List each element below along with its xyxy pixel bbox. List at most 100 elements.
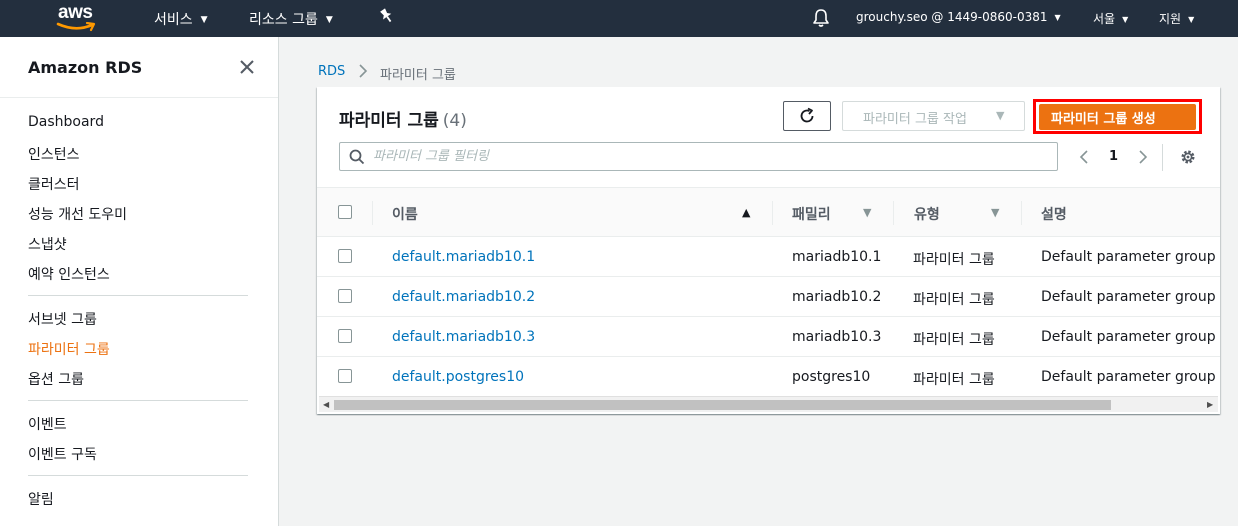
sort-ascending-icon[interactable]: ▲ [742, 206, 750, 219]
row-checkbox[interactable] [338, 329, 352, 343]
type-cell: 파라미터 그룹 [913, 252, 995, 268]
type-cell: 파라미터 그룹 [913, 372, 995, 388]
gear-icon [1181, 150, 1195, 164]
description-cell: Default parameter group for [1041, 329, 1219, 345]
divider [0, 97, 278, 98]
resource-groups-label: 리소스 그룹 [249, 12, 318, 28]
description-cell: Default parameter group for [1041, 249, 1219, 265]
sidebar-item-snapshots[interactable]: 스냅샷 [28, 234, 67, 254]
pin-button[interactable] [378, 7, 394, 29]
chevron-down-icon: ▼ [200, 15, 208, 25]
top-navigation-bar: aws 서비스 ▼ 리소스 그룹 ▼ grouchy.seo @ 1449-0860… [0, 0, 1238, 37]
sidebar-item-parameter-groups[interactable]: 파라미터 그룹 [28, 339, 110, 359]
breadcrumb-current: 파라미터 그룹 [380, 68, 456, 83]
chevron-left-icon [1079, 150, 1088, 164]
region-menu[interactable]: 서울 ▼ [1093, 10, 1128, 27]
scroll-left-arrow-icon[interactable]: ◀ [323, 400, 329, 409]
family-cell: postgres10 [792, 369, 871, 385]
table-header: 이름 ▲ 패밀리 ▼ 유형 ▼ 설명 [317, 187, 1220, 237]
sidebar-item-reserved-instances[interactable]: 예약 인스턴스 [28, 264, 110, 284]
parameter-group-name-link[interactable]: default.mariadb10.3 [392, 329, 535, 345]
horizontal-scrollbar[interactable]: ◀ ▶ [319, 396, 1218, 412]
description-cell: Default parameter group for [1041, 369, 1219, 385]
chevron-down-icon: ▼ [325, 15, 333, 25]
family-cell: mariadb10.2 [792, 289, 882, 305]
sidebar-item-subnet-groups[interactable]: 서브넷 그룹 [28, 309, 97, 329]
description-cell: Default parameter group for [1041, 289, 1219, 305]
breadcrumb-separator-icon [357, 62, 369, 84]
sidebar-item-event-subscriptions[interactable]: 이벤트 구독 [28, 444, 97, 464]
panel-title: 파라미터 그룹 (4) [339, 106, 467, 131]
sort-icon[interactable]: ▼ [991, 206, 999, 219]
sidebar-item-events[interactable]: 이벤트 [28, 414, 67, 434]
parameter-group-actions-dropdown[interactable]: 파라미터 그룹 작업 ▼ [842, 101, 1025, 131]
sidebar-item-clusters[interactable]: 클러스터 [28, 174, 80, 194]
parameter-group-name-link[interactable]: default.postgres10 [392, 369, 524, 385]
support-menu[interactable]: 지원 ▼ [1159, 10, 1194, 27]
row-checkbox[interactable] [338, 249, 352, 263]
refresh-icon [800, 107, 814, 123]
close-sidebar-button[interactable] [238, 58, 256, 76]
parameter-group-name-link[interactable]: default.mariadb10.2 [392, 289, 535, 305]
notifications-button[interactable] [812, 8, 830, 32]
sort-icon[interactable]: ▼ [863, 206, 871, 219]
divider [1162, 144, 1163, 171]
previous-page-button[interactable] [1078, 148, 1090, 170]
scrollbar-thumb[interactable] [334, 400, 1111, 410]
filter-search-box[interactable] [339, 142, 1058, 171]
column-header-family[interactable]: 패밀리 [792, 204, 831, 224]
sidebar-item-performance-insights[interactable]: 성능 개선 도우미 [28, 204, 127, 224]
table-settings-button[interactable] [1179, 148, 1197, 170]
table-row[interactable]: default.mariadb10.1 mariadb10.1 파라미터 그룹 … [317, 237, 1220, 277]
breadcrumb-rds[interactable]: RDS [318, 64, 345, 79]
refresh-button[interactable] [783, 101, 831, 131]
region-label: 서울 [1093, 12, 1116, 26]
sidebar: Amazon RDS Dashboard 인스턴스 클러스터 성능 개선 도우미… [0, 37, 279, 526]
item-count: (4) [442, 111, 467, 131]
table-row[interactable]: default.mariadb10.3 mariadb10.3 파라미터 그룹 … [317, 317, 1220, 357]
aws-logo[interactable]: aws [56, 2, 102, 32]
row-checkbox[interactable] [338, 369, 352, 383]
sidebar-item-option-groups[interactable]: 옵션 그룹 [28, 369, 84, 389]
chevron-right-icon [1139, 150, 1148, 164]
divider [28, 475, 248, 476]
table-row[interactable]: default.postgres10 postgres10 파라미터 그룹 De… [317, 357, 1220, 396]
sidebar-item-instances[interactable]: 인스턴스 [28, 144, 80, 164]
scroll-right-arrow-icon[interactable]: ▶ [1207, 400, 1213, 409]
select-all-checkbox[interactable] [338, 205, 352, 219]
account-menu[interactable]: grouchy.seo @ 1449-0860-0381 ▼ [856, 10, 1061, 24]
filter-input[interactable] [373, 146, 1043, 167]
close-icon [240, 60, 254, 74]
column-header-name[interactable]: 이름 [392, 204, 418, 224]
parameter-group-name-link[interactable]: default.mariadb10.1 [392, 249, 535, 265]
bell-icon [813, 9, 829, 27]
aws-smile-icon [56, 22, 96, 32]
search-icon [349, 149, 365, 165]
column-divider [1021, 201, 1022, 225]
panel-title-text: 파라미터 그룹 [339, 111, 439, 131]
chevron-down-icon: ▼ [1054, 13, 1061, 22]
row-checkbox[interactable] [338, 289, 352, 303]
column-header-type[interactable]: 유형 [914, 204, 940, 224]
next-page-button[interactable] [1137, 148, 1149, 170]
aws-logo-text: aws [58, 2, 93, 23]
sidebar-item-dashboard[interactable]: Dashboard [28, 114, 104, 130]
column-header-description[interactable]: 설명 [1041, 204, 1067, 224]
services-label: 서비스 [154, 12, 193, 28]
family-cell: mariadb10.3 [792, 329, 882, 345]
current-page-number[interactable]: 1 [1109, 149, 1118, 164]
caret-down-icon: ▼ [996, 109, 1005, 122]
create-parameter-group-button[interactable]: 파라미터 그룹 생성 [1039, 104, 1196, 130]
services-menu[interactable]: 서비스 ▼ [154, 9, 208, 29]
support-label: 지원 [1159, 12, 1182, 26]
type-cell: 파라미터 그룹 [913, 292, 995, 308]
parameter-groups-panel: 파라미터 그룹(4) 파라미터 그룹 작업 ▼ 파라미터 그룹 생성 1 [317, 87, 1220, 414]
table-row[interactable]: default.mariadb10.2 mariadb10.2 파라미터 그룹 … [317, 277, 1220, 317]
sidebar-item-notifications[interactable]: 알림 [28, 489, 54, 509]
family-cell: mariadb10.1 [792, 249, 882, 265]
sidebar-title: Amazon RDS [28, 58, 143, 77]
divider [28, 400, 248, 401]
resource-groups-menu[interactable]: 리소스 그룹 ▼ [249, 9, 333, 29]
column-divider [372, 201, 373, 225]
column-divider [772, 201, 773, 225]
